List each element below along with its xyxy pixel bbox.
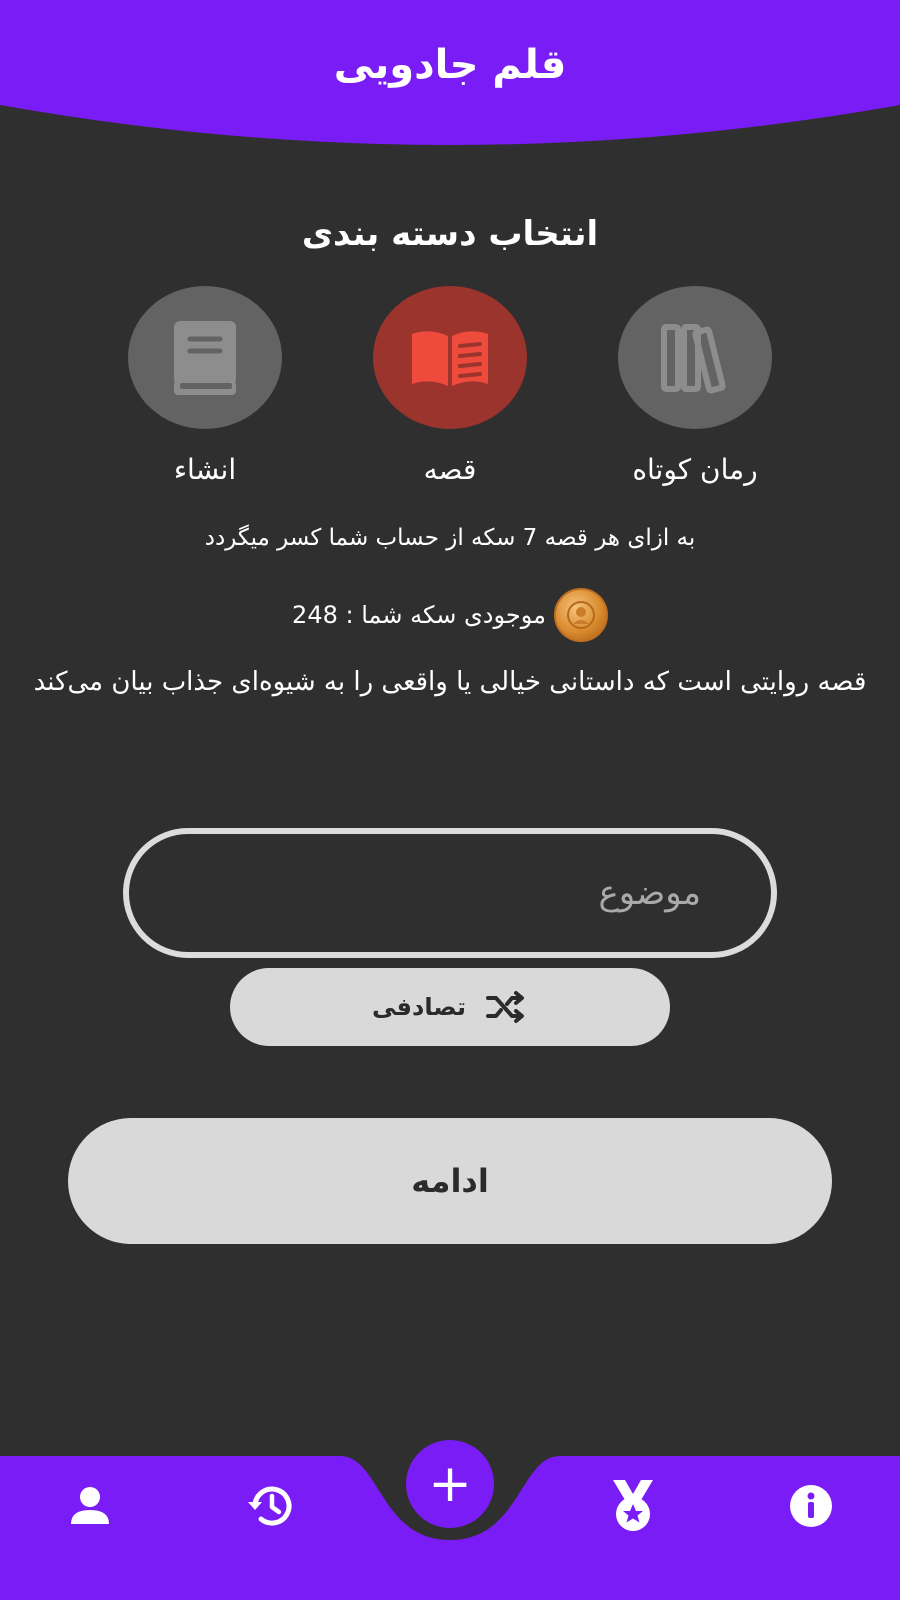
category-story[interactable]: قصه xyxy=(350,286,550,486)
category-section-title: انتخاب دسته بندی xyxy=(301,214,599,254)
coin-balance-text: موجودی سکه شما : 248 xyxy=(292,601,546,629)
random-topic-label: تصادفی xyxy=(372,993,466,1021)
history-icon xyxy=(248,1486,292,1526)
coin-balance: موجودی سکه شما : 248 xyxy=(0,588,900,642)
category-short-novel-label: رمان کوتاه xyxy=(632,453,758,486)
nav-profile[interactable] xyxy=(60,1476,120,1536)
user-icon xyxy=(71,1487,109,1524)
cost-info-text: به ازای هر قصه 7 سکه از حساب شما کسر میگ… xyxy=(204,525,696,551)
app-title: قلم جادویی xyxy=(333,42,567,88)
category-short-novel-circle xyxy=(618,286,772,429)
coin-icon xyxy=(553,588,608,642)
plus-icon: + xyxy=(428,1454,472,1514)
nav-awards[interactable] xyxy=(603,1476,663,1536)
notebook-icon xyxy=(174,320,236,395)
category-story-label: قصه xyxy=(423,453,477,486)
random-topic-button[interactable]: تصادفی xyxy=(230,968,670,1046)
continue-button[interactable]: ادامه xyxy=(68,1118,832,1244)
category-description: قصه روایتی است که داستانی خیالی یا واقعی… xyxy=(33,667,867,697)
medal-icon xyxy=(613,1480,653,1531)
nav-history[interactable] xyxy=(240,1476,300,1536)
topic-input-placeholder: موضوع xyxy=(598,873,702,913)
category-essay-circle xyxy=(128,286,282,429)
category-story-circle xyxy=(373,286,527,429)
app-screen: قلم جادویی انتخاب دسته بندی رمان کوتاه ق… xyxy=(0,0,900,1600)
topic-input[interactable]: موضوع xyxy=(123,828,777,958)
category-essay-label: انشاء xyxy=(173,453,237,486)
continue-button-label: ادامه xyxy=(411,1162,489,1200)
info-icon xyxy=(790,1485,832,1527)
nav-info[interactable] xyxy=(781,1476,841,1536)
category-short-novel[interactable]: رمان کوتاه xyxy=(595,286,795,486)
books-icon xyxy=(661,323,726,393)
category-essay[interactable]: انشاء xyxy=(105,286,305,486)
shuffle-icon xyxy=(486,991,524,1023)
open-book-icon xyxy=(412,330,488,386)
create-story-button[interactable]: + xyxy=(406,1440,494,1528)
